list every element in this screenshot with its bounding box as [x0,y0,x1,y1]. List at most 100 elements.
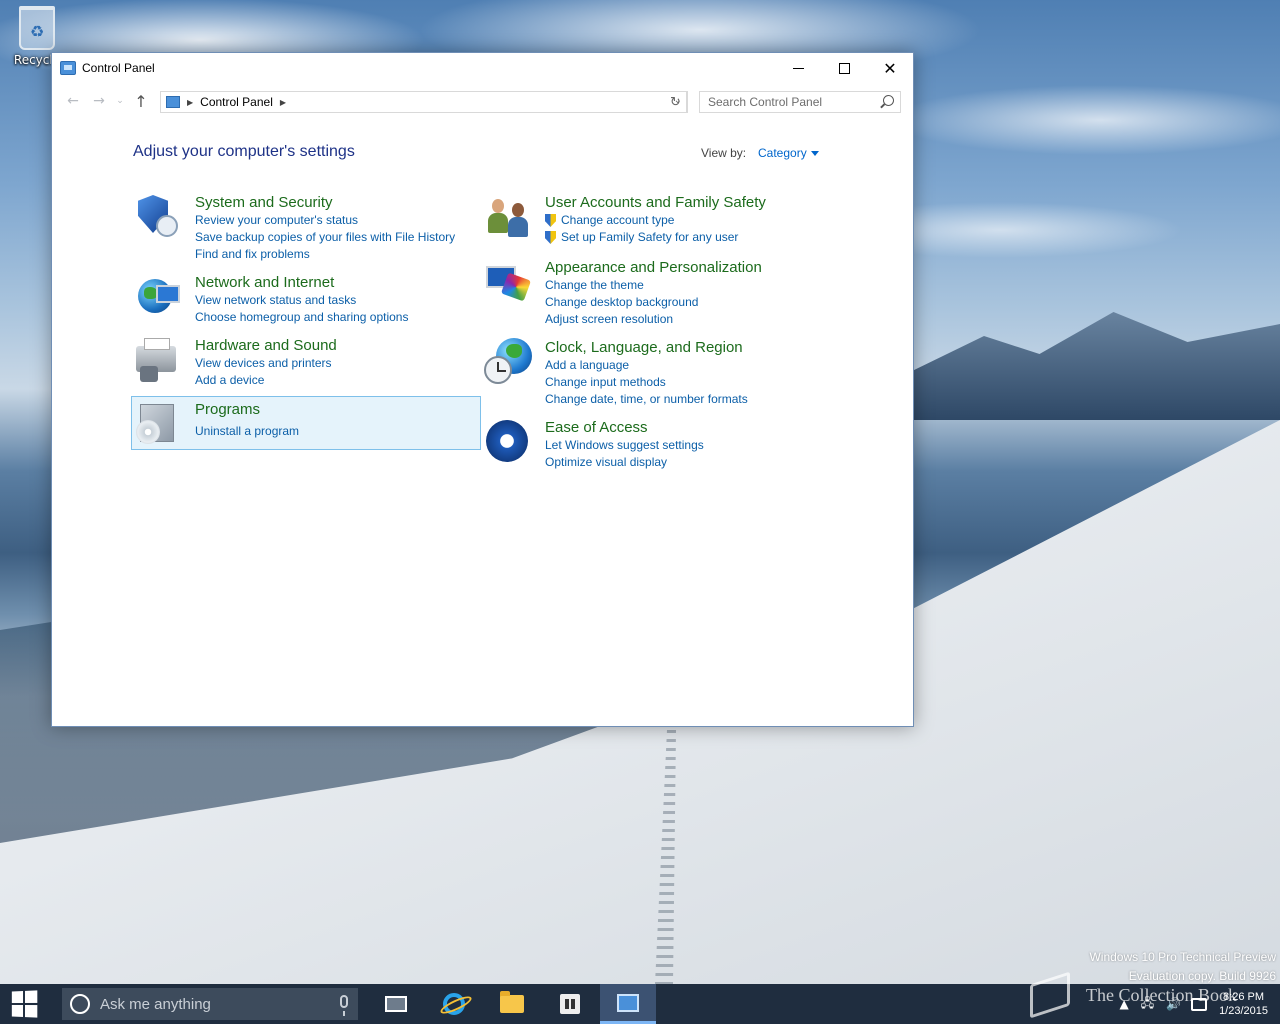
control-panel-icon [166,96,180,108]
internet-explorer-icon [443,993,465,1015]
category-appearance: Appearance and Personalization Change th… [484,258,762,328]
link-homegroup[interactable]: Choose homegroup and sharing options [195,309,408,326]
category-system-security: System and Security Review your computer… [134,193,455,263]
maximize-icon [838,62,850,74]
forward-button[interactable]: → [86,89,112,113]
shield-icon [134,193,182,241]
control-panel-icon [60,61,76,75]
microphone-icon[interactable] [340,995,348,1016]
windows-logo-icon [11,990,38,1018]
clock-globe-icon [484,338,532,386]
cortana-search-box[interactable]: Ask me anything [62,988,358,1020]
link-desktop-background[interactable]: Change desktop background [545,294,762,311]
title-bar[interactable]: Control Panel ✕ [52,53,913,83]
users-icon [484,193,532,241]
breadcrumb-separator-icon[interactable]: ▶ [187,98,193,107]
window-controls: ✕ [775,53,913,83]
link-change-account-type[interactable]: Change account type [545,212,766,229]
forward-arrow-icon: → [93,93,105,109]
search-box[interactable] [699,91,901,113]
link-file-history[interactable]: Save backup copies of your files with Fi… [195,229,455,246]
ease-of-access-icon [484,418,532,466]
appearance-icon [484,258,532,306]
link-optimize-display[interactable]: Optimize visual display [545,454,704,471]
collection-book-watermark: The Collection Book [1030,971,1237,1019]
link-suggest-settings[interactable]: Let Windows suggest settings [545,437,704,454]
task-view-icon [385,996,407,1012]
category-title-clock-language[interactable]: Clock, Language, and Region [545,338,748,357]
refresh-button[interactable]: ↻ [664,91,688,113]
link-label: Set up Family Safety for any user [561,230,739,244]
category-title-network-internet[interactable]: Network and Internet [195,273,408,292]
store-icon [560,994,580,1014]
view-by-dropdown[interactable]: Category [758,146,819,160]
cortana-icon [70,994,90,1014]
category-hardware-sound: Hardware and Sound View devices and prin… [134,336,337,389]
taskbar-store[interactable] [542,984,598,1024]
book-icon [1030,971,1070,1019]
recycle-bin-icon [19,6,55,50]
link-network-status[interactable]: View network status and tasks [195,292,408,309]
programs-icon [134,400,182,448]
category-user-accounts: User Accounts and Family Safety Change a… [484,193,766,246]
view-by-label: View by: [701,146,747,160]
cortana-placeholder[interactable]: Ask me anything [100,996,211,1013]
collection-book-text: The Collection Book [1086,984,1237,1005]
category-ease-of-access: Ease of Access Let Windows suggest setti… [484,418,704,471]
control-panel-icon [617,993,639,1012]
category-title-hardware-sound[interactable]: Hardware and Sound [195,336,337,355]
mountain-range [910,312,1280,420]
link-add-device[interactable]: Add a device [195,372,337,389]
category-title-user-accounts[interactable]: User Accounts and Family Safety [545,193,766,212]
taskbar-control-panel[interactable] [600,984,656,1024]
minimize-icon [792,67,804,69]
category-programs[interactable]: Programs Uninstall a program [131,396,481,450]
start-button[interactable] [0,984,48,1024]
search-input[interactable] [708,95,878,109]
link-review-status[interactable]: Review your computer's status [195,212,455,229]
page-title: Adjust your computer's settings [133,143,355,160]
category-clock-language: Clock, Language, and Region Add a langua… [484,338,748,408]
taskbar-file-explorer[interactable] [484,984,540,1024]
link-change-theme[interactable]: Change the theme [545,277,762,294]
category-title-system-security[interactable]: System and Security [195,193,455,212]
breadcrumb-separator-icon[interactable]: ▶ [280,98,286,107]
up-button[interactable]: ↑ [128,89,154,113]
close-icon: ✕ [883,58,897,78]
link-devices-printers[interactable]: View devices and printers [195,355,337,372]
category-title-ease-of-access[interactable]: Ease of Access [545,418,704,437]
category-title-programs[interactable]: Programs [195,400,299,419]
link-uninstall-program[interactable]: Uninstall a program [195,423,299,440]
close-button[interactable]: ✕ [867,53,913,83]
refresh-icon: ↻ [670,94,681,110]
taskbar-internet-explorer[interactable] [426,984,482,1024]
printer-icon [134,336,182,384]
link-find-fix-problems[interactable]: Find and fix problems [195,246,455,263]
link-screen-resolution[interactable]: Adjust screen resolution [545,311,762,328]
uac-shield-icon [545,214,556,227]
task-view-button[interactable] [368,984,424,1024]
maximize-button[interactable] [821,53,867,83]
watermark-line-edition: Windows 10 Pro Technical Preview [1089,950,1276,964]
window-title: Control Panel [82,61,155,75]
link-label: Change account type [561,213,675,227]
network-globe-icon [134,273,182,321]
minimize-button[interactable] [775,53,821,83]
link-date-time-formats[interactable]: Change date, time, or number formats [545,391,748,408]
folder-icon [500,991,524,1013]
link-add-language[interactable]: Add a language [545,357,748,374]
back-button[interactable]: ← [60,89,86,113]
category-network-internet: Network and Internet View network status… [134,273,408,326]
control-panel-window: Control Panel ✕ ← → ⌄ ↑ ▶ Control Panel … [51,52,914,727]
link-input-methods[interactable]: Change input methods [545,374,748,391]
breadcrumb[interactable]: Control Panel [200,95,273,109]
chevron-down-icon: ⌄ [116,96,124,106]
uac-shield-icon [545,231,556,244]
up-arrow-icon: ↑ [134,91,148,111]
recent-locations-button[interactable]: ⌄ [112,89,128,113]
link-family-safety[interactable]: Set up Family Safety for any user [545,229,766,246]
search-icon[interactable] [883,95,894,106]
back-arrow-icon: ← [67,93,79,109]
address-bar[interactable]: ▶ Control Panel ▶ ⌄ [160,91,687,113]
category-title-appearance[interactable]: Appearance and Personalization [545,258,762,277]
